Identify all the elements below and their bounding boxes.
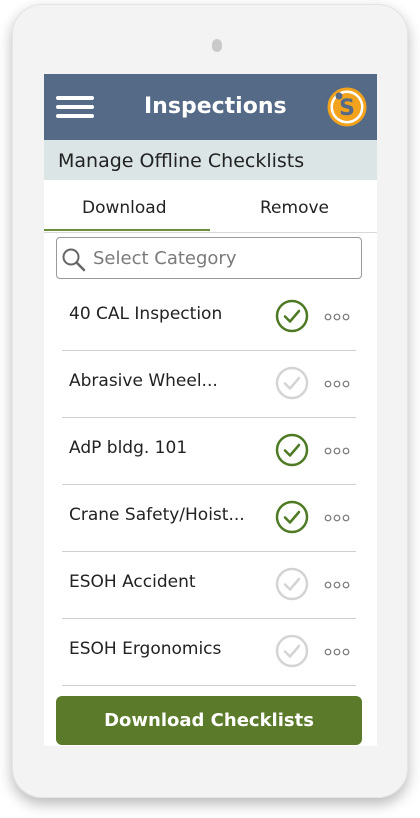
tab-remove[interactable]: Remove xyxy=(260,198,329,218)
check-circle-outline-icon[interactable] xyxy=(275,366,309,400)
more-options-icon[interactable] xyxy=(324,644,350,656)
section-title: Manage Offline Checklists xyxy=(58,150,305,172)
active-tab-indicator xyxy=(44,229,210,231)
search-input[interactable] xyxy=(91,243,355,273)
category-search[interactable] xyxy=(56,237,362,279)
logo-icon: S xyxy=(326,86,368,128)
hamburger-menu-icon[interactable] xyxy=(56,96,94,118)
logo-text: S xyxy=(339,96,355,121)
more-options-icon[interactable] xyxy=(324,577,350,589)
check-circle-outline-icon[interactable] xyxy=(275,634,309,668)
app-screen: Inspections S Manage Offline Checklists … xyxy=(44,74,377,746)
checklist-row[interactable]: Crane Safety/Hoist... xyxy=(62,484,356,552)
checklist-label: Crane Safety/Hoist... xyxy=(69,505,245,525)
checklist-label: Abrasive Wheel... xyxy=(69,371,218,391)
more-options-icon[interactable] xyxy=(324,309,350,321)
checklist-row[interactable]: AdP bldg. 101 xyxy=(62,417,356,485)
check-circle-icon[interactable] xyxy=(275,433,309,467)
check-circle-icon[interactable] xyxy=(275,500,309,534)
checklist-row[interactable]: ESOH Ergonomics xyxy=(62,618,356,686)
checklist-row[interactable]: Abrasive Wheel... xyxy=(62,350,356,418)
more-options-icon[interactable] xyxy=(324,443,350,455)
checklist-label: 40 CAL Inspection xyxy=(69,304,223,324)
check-circle-icon[interactable] xyxy=(275,299,309,333)
check-circle-outline-icon[interactable] xyxy=(275,567,309,601)
checklist-label: ESOH Ergonomics xyxy=(69,639,222,659)
camera-icon xyxy=(212,39,222,52)
download-checklists-button[interactable]: Download Checklists xyxy=(56,696,362,745)
page-title: Inspections xyxy=(144,94,287,119)
search-icon xyxy=(62,248,86,272)
checklist-row[interactable]: ESOH Accident xyxy=(62,551,356,619)
more-options-icon[interactable] xyxy=(324,376,350,388)
section-header: Manage Offline Checklists xyxy=(44,140,377,180)
checklist-row[interactable]: 40 CAL Inspection xyxy=(62,283,356,351)
app-header: Inspections S xyxy=(44,74,377,140)
tab-bar: Download Remove xyxy=(44,180,377,233)
tab-download[interactable]: Download xyxy=(82,198,167,218)
checklist-label: ESOH Accident xyxy=(69,572,196,592)
checklist-label: AdP bldg. 101 xyxy=(69,438,188,458)
more-options-icon[interactable] xyxy=(324,510,350,522)
